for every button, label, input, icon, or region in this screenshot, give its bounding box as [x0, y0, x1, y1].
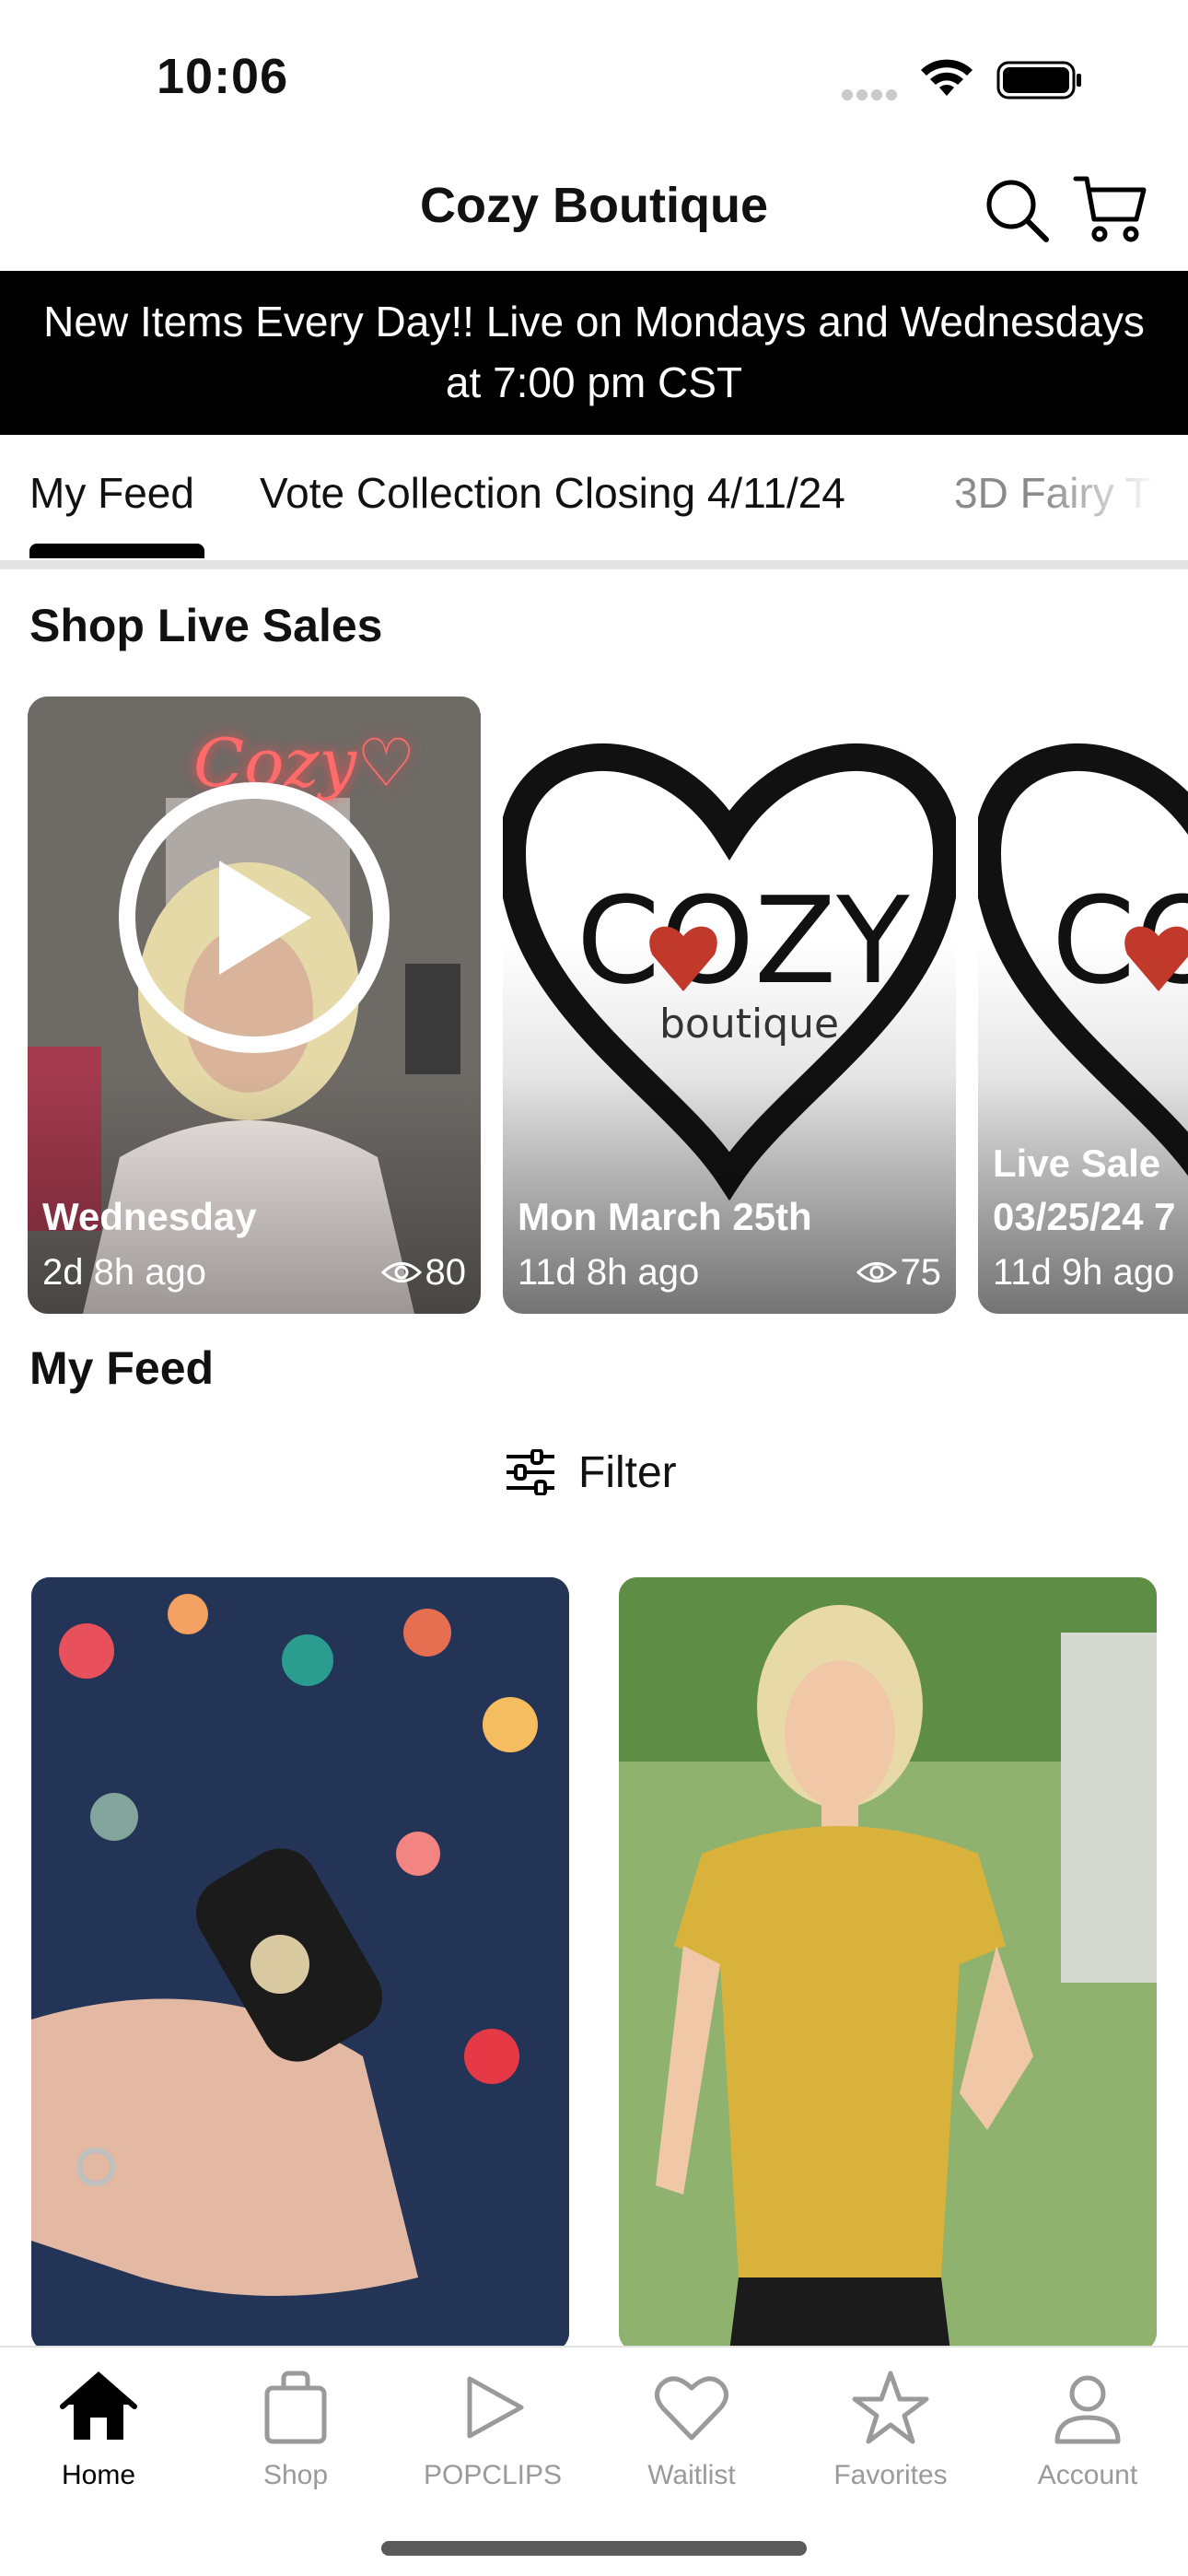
card-title: Mon March 25th [518, 1195, 812, 1238]
tab-vote-collection[interactable]: Vote Collection Closing 4/11/24 [260, 468, 845, 518]
filter-label: Filter [578, 1447, 677, 1497]
live-sale-card[interactable]: CO Live Sale 03/25/24 7 11d 9h ago [978, 697, 1188, 1314]
card-time-ago: 2d 8h ago [42, 1252, 206, 1293]
person-icon [1054, 2375, 1121, 2444]
nav-home[interactable]: Home [0, 2368, 197, 2491]
nav-account[interactable]: Account [989, 2368, 1186, 2491]
star-icon [852, 2371, 929, 2444]
card-caption: Live Sale 03/25/24 7 11d 9h ago [993, 1137, 1188, 1301]
view-count: 80 [425, 1252, 467, 1293]
my-feed-heading: My Feed [29, 1342, 215, 1394]
status-time: 10:06 [157, 49, 289, 104]
shopping-bag-icon [264, 2371, 327, 2444]
nav-label: Shop [262, 2460, 329, 2490]
product-image [31, 1577, 569, 2351]
heart-icon [655, 2376, 728, 2441]
live-sales-heading: Shop Live Sales [29, 600, 383, 651]
status-bar: 10:06 [0, 0, 1188, 147]
banner-line-2: at 7:00 pm CST [445, 358, 743, 406]
live-sales-carousel: Cozy♡ Wednesday 2d 8h ago 80 COZY boutiq… [0, 697, 1188, 1316]
card-meta: 11d 8h ago 75 [518, 1244, 941, 1301]
nav-label: POPCLIPS [423, 2460, 563, 2490]
card-caption: Mon March 25th 11d 8h ago 75 [518, 1190, 941, 1301]
wifi-icon [921, 59, 973, 96]
active-tab-indicator [29, 544, 204, 558]
live-sale-card[interactable]: Cozy♡ Wednesday 2d 8h ago 80 [28, 697, 481, 1314]
app-header: Cozy Boutique [0, 147, 1188, 271]
product-card[interactable] [31, 1577, 569, 2351]
eye-icon [380, 1262, 422, 1282]
cart-icon[interactable] [1072, 170, 1149, 247]
card-title-line-1: Live Sale [993, 1142, 1161, 1185]
card-time-ago: 11d 9h ago [993, 1252, 1175, 1293]
play-icon [467, 2376, 524, 2439]
tab-divider [0, 560, 1188, 569]
search-icon[interactable] [982, 175, 1052, 245]
card-views: 80 [380, 1244, 467, 1301]
filter-sliders-icon [507, 1449, 554, 1495]
eye-icon [856, 1262, 897, 1282]
battery-icon [996, 61, 1081, 100]
live-sale-card[interactable]: COZY boutique Mon March 25th 11d 8h ago … [503, 697, 956, 1314]
logo-text: COZY [577, 871, 910, 1011]
nav-favorites[interactable]: Favorites [792, 2368, 989, 2491]
card-caption: Wednesday 2d 8h ago 80 [42, 1190, 466, 1301]
card-title-line-2: 03/25/24 7 [993, 1195, 1176, 1238]
view-count: 75 [900, 1252, 942, 1293]
card-views: 75 [856, 1244, 942, 1301]
product-card[interactable] [619, 1577, 1157, 2351]
card-time-ago: 11d 8h ago [518, 1252, 700, 1293]
banner-line-1: New Items Every Day!! Live on Mondays an… [43, 298, 1145, 345]
product-image [619, 1577, 1157, 2351]
tab-fade-overlay [1041, 435, 1188, 564]
nav-label: Account [1037, 2460, 1138, 2490]
logo-subtext: boutique [659, 1001, 839, 1048]
card-meta: 2d 8h ago 80 [42, 1244, 466, 1301]
nav-label: Waitlist [647, 2460, 736, 2490]
nav-waitlist[interactable]: Waitlist [593, 2368, 790, 2491]
cellular-signal-icon [842, 88, 901, 105]
card-title: Wednesday [42, 1195, 257, 1238]
announcement-banner[interactable]: New Items Every Day!! Live on Mondays an… [0, 271, 1188, 435]
nav-label: Home [61, 2460, 136, 2490]
play-icon[interactable] [116, 779, 392, 1056]
nav-shop[interactable]: Shop [197, 2368, 394, 2491]
nav-popclips[interactable]: POPCLIPS [394, 2368, 591, 2491]
filter-button[interactable]: Filter [505, 1445, 677, 1500]
collection-tab-bar: My Feed Vote Collection Closing 4/11/24 … [0, 435, 1188, 571]
card-meta: 11d 9h ago [993, 1244, 1188, 1301]
home-icon [60, 2371, 137, 2440]
tab-my-feed[interactable]: My Feed [29, 468, 194, 518]
nav-label: Favorites [833, 2460, 948, 2490]
home-indicator[interactable] [381, 2541, 807, 2556]
